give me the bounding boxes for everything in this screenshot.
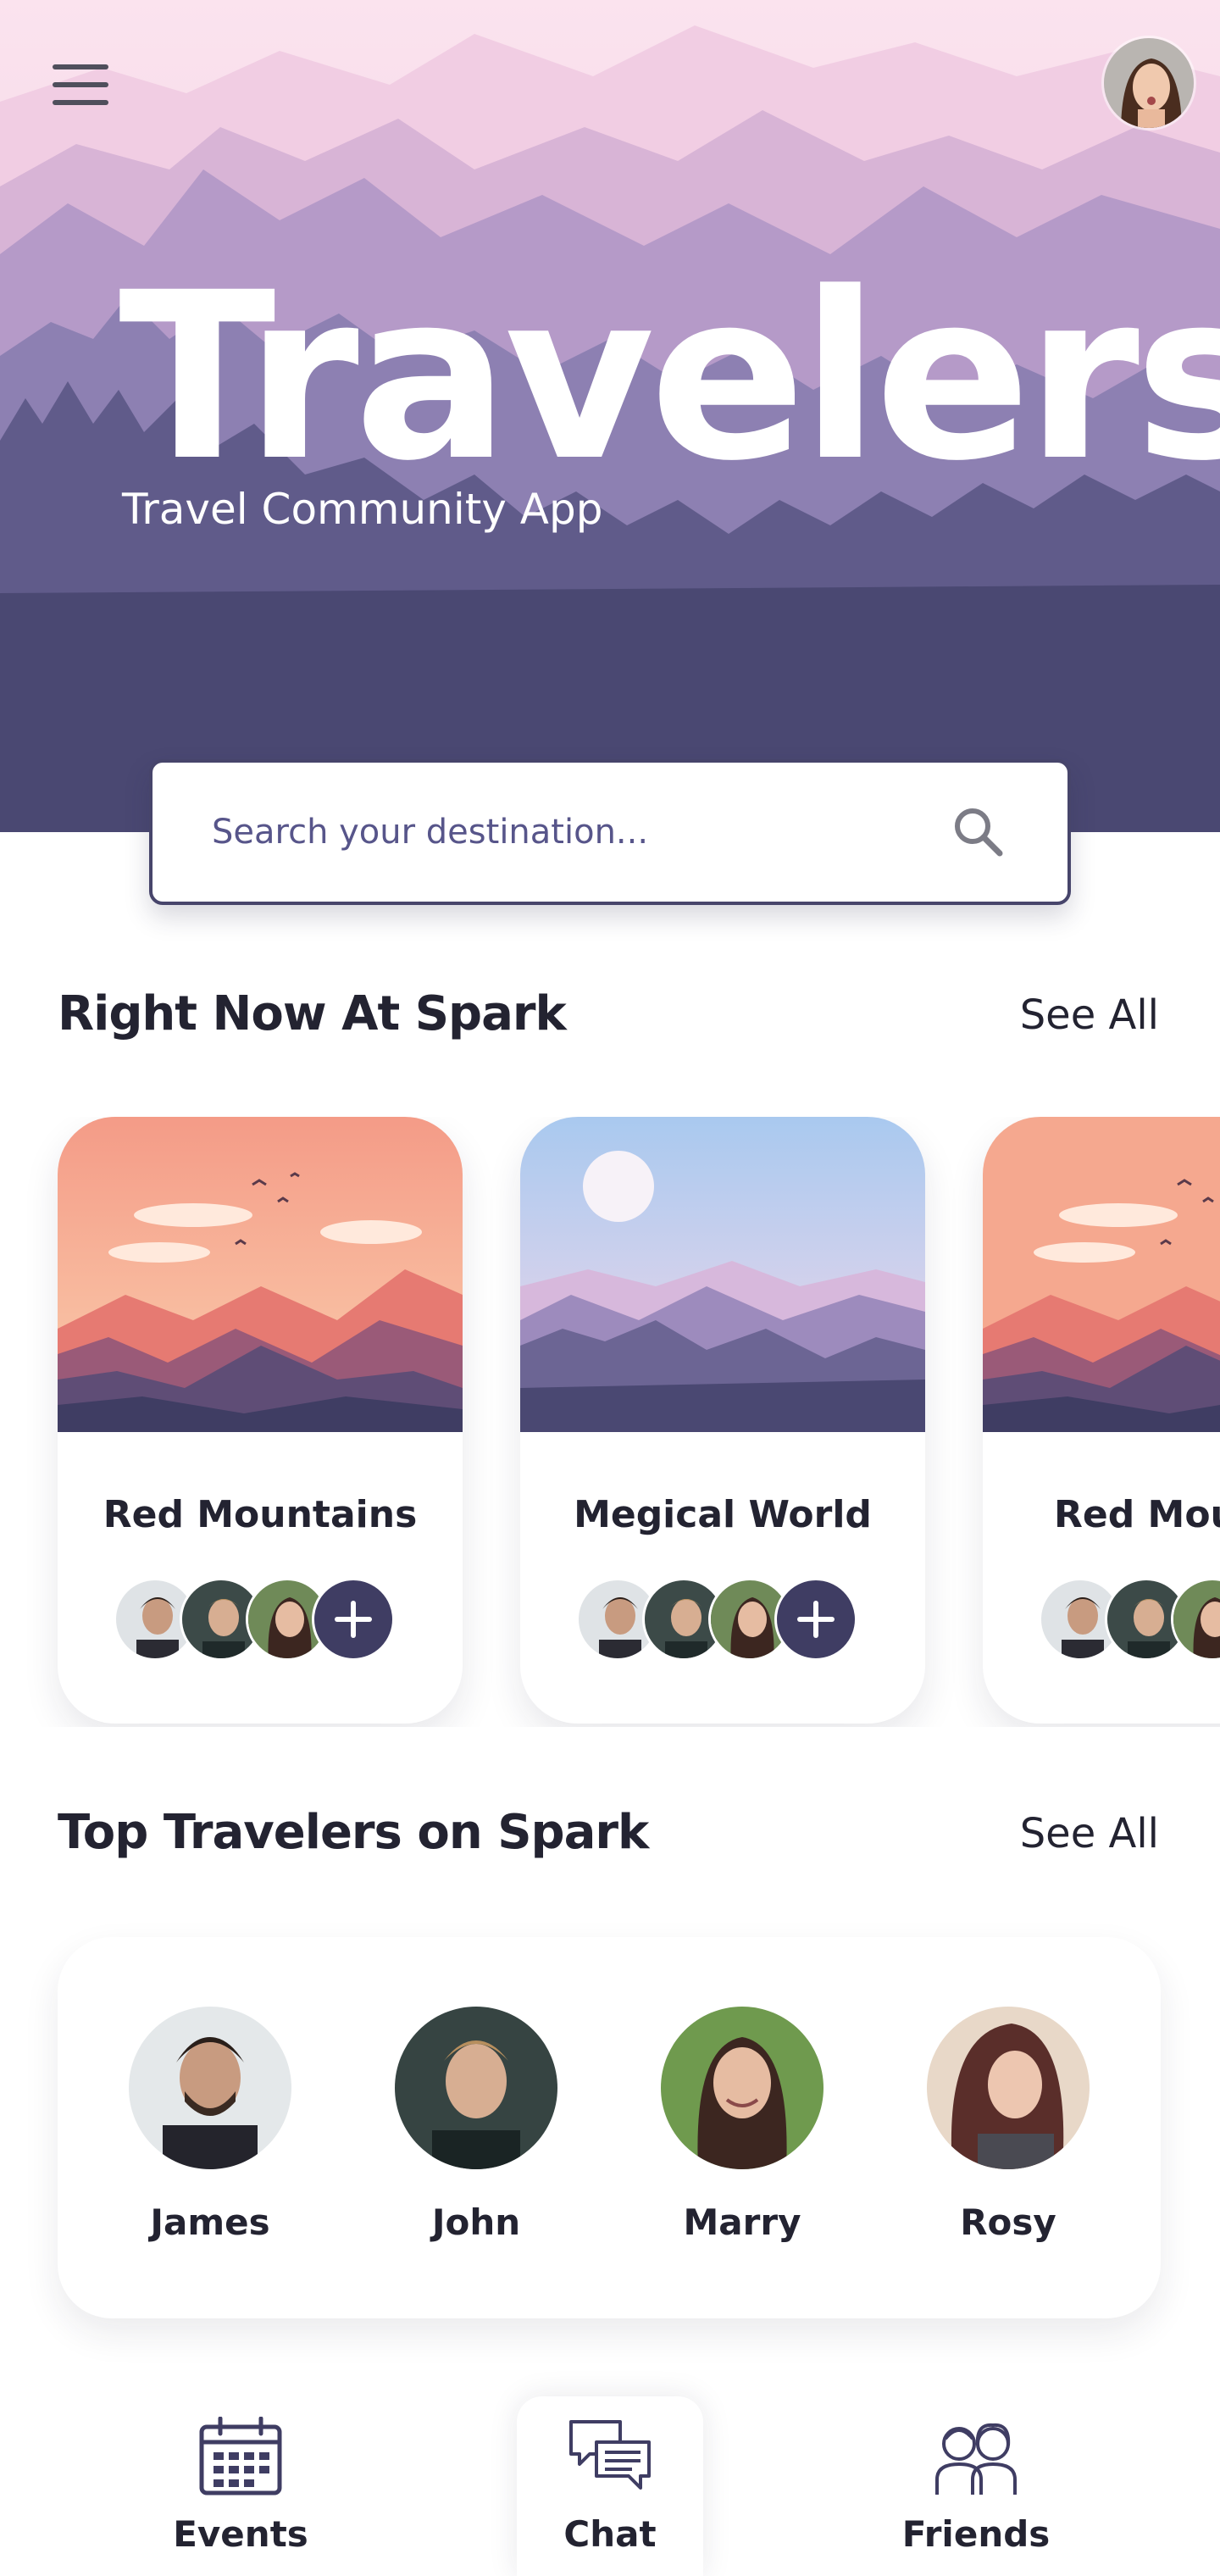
add-participant-button[interactable] (312, 1578, 395, 1661)
nav-chat[interactable]: Chat (517, 2396, 703, 2576)
sunset-mountains-image (983, 1117, 1220, 1432)
nav-label: Chat (563, 2513, 657, 2555)
traveler-rosy[interactable]: Rosy (923, 2007, 1093, 2243)
plus-icon (335, 1601, 372, 1638)
traveler-avatar (661, 2007, 824, 2169)
traveler-marry[interactable]: Marry (657, 2007, 827, 2243)
traveler-name: John (431, 2201, 521, 2243)
nav-label: Friends (901, 2513, 1051, 2555)
nav-events[interactable]: Events (147, 2396, 334, 2576)
nav-friends[interactable]: Friends (883, 2396, 1069, 2576)
participant-avatar (1171, 1578, 1220, 1661)
participant-avatars (1039, 1578, 1220, 1663)
traveler-name: Marry (683, 2201, 801, 2243)
section-title-top-travelers: Top Travelers on Spark (58, 1805, 649, 1860)
see-all-top-travelers-link[interactable]: See All (1020, 1810, 1159, 1857)
search-bar (149, 759, 1071, 905)
destination-card[interactable]: Red Mountains (983, 1117, 1220, 1724)
destination-card[interactable]: Red Mountains (58, 1117, 463, 1724)
app-subtitle: Travel Community App (122, 485, 603, 534)
purple-mountains-image (520, 1117, 925, 1432)
calendar-icon (199, 2417, 282, 2496)
sunset-mountains-image (58, 1117, 463, 1432)
friends-icon (935, 2423, 1017, 2495)
chat-bubbles-icon (569, 2420, 651, 2490)
search-icon[interactable] (949, 802, 1008, 862)
traveler-avatar (927, 2007, 1090, 2169)
user-avatar[interactable] (1101, 36, 1196, 130)
traveler-name: James (150, 2201, 270, 2243)
destination-card[interactable]: Megical World (520, 1117, 925, 1724)
search-input[interactable] (212, 813, 949, 852)
hamburger-menu-icon[interactable] (53, 64, 108, 105)
section-title-right-now: Right Now At Spark (58, 986, 567, 1041)
traveler-john[interactable]: John (391, 2007, 561, 2243)
destination-carousel[interactable]: Red Mountains Megical World Red Mo (0, 1117, 1220, 1727)
top-travelers-panel: James John Marry Rosy (58, 1937, 1161, 2318)
traveler-avatar (395, 2007, 557, 2169)
app-title: Travelers (119, 244, 1220, 512)
participant-avatars (576, 1578, 881, 1663)
traveler-name: Rosy (960, 2201, 1056, 2243)
traveler-james[interactable]: James (125, 2007, 295, 2243)
traveler-avatar (129, 2007, 291, 2169)
plus-icon (797, 1601, 835, 1638)
nav-label: Events (173, 2513, 308, 2555)
see-all-right-now-link[interactable]: See All (1020, 991, 1159, 1039)
card-title: Megical World (574, 1493, 872, 1536)
hero-banner: Travelers Travel Community App (0, 0, 1220, 832)
card-title: Red Mountains (1054, 1493, 1220, 1536)
participant-avatars (114, 1578, 419, 1663)
card-title: Red Mountains (103, 1493, 418, 1536)
add-participant-button[interactable] (774, 1578, 857, 1661)
